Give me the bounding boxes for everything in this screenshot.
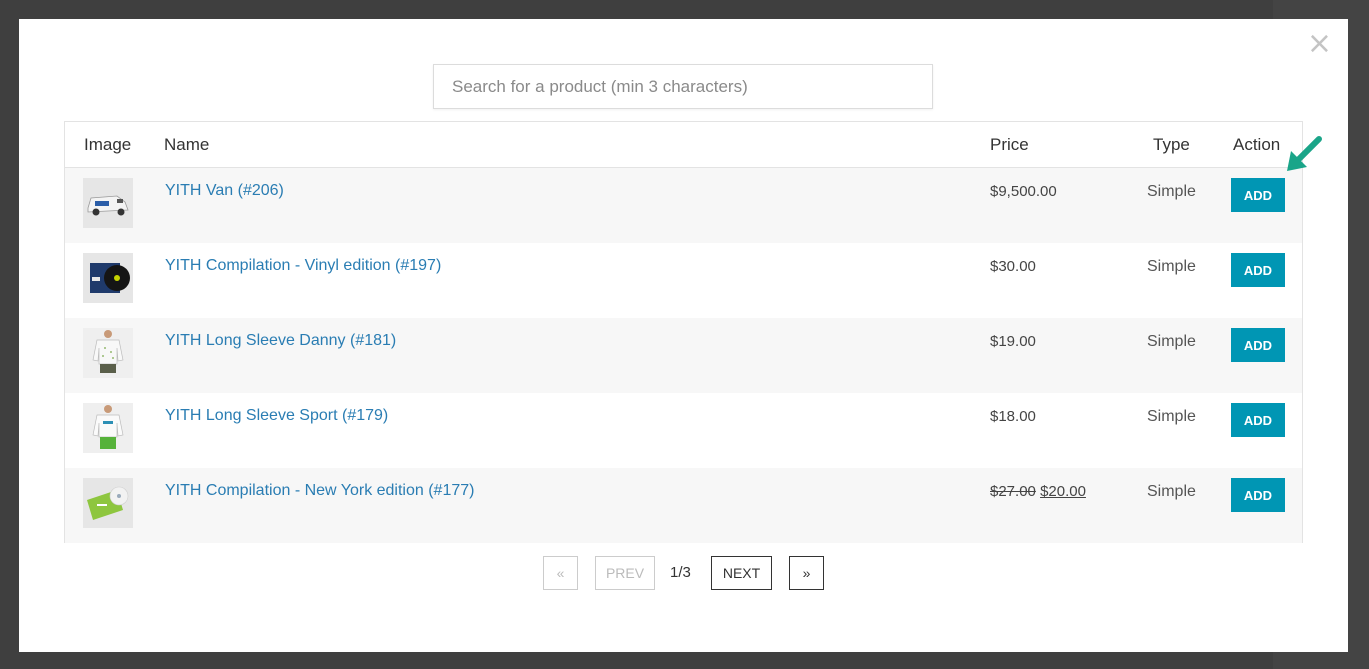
- compilation-ny-image: [83, 478, 133, 528]
- next-page-button[interactable]: NEXT: [711, 556, 772, 590]
- table-row: YITH Compilation - New York edition (#17…: [65, 468, 1302, 543]
- table-row: YITH Long Sleeve Danny (#181) $19.00 Sim…: [65, 318, 1302, 393]
- table-row: YITH Long Sleeve Sport (#179) $18.00 Sim…: [65, 393, 1302, 468]
- product-type: Simple: [1147, 258, 1196, 275]
- sale-price: $20.00: [1040, 483, 1086, 500]
- product-price: $19.00: [990, 333, 1036, 350]
- header-image: Image: [84, 135, 132, 154]
- product-name-link[interactable]: YITH Compilation - New York edition (#17…: [165, 482, 474, 500]
- regular-price: $27.00: [990, 483, 1036, 500]
- header-type: Type: [1153, 135, 1190, 154]
- add-button[interactable]: ADD: [1231, 253, 1285, 287]
- long-sleeve-sport-image: [83, 403, 133, 453]
- first-page-button[interactable]: «: [543, 556, 578, 590]
- table-header: Image Name Price Type Action: [65, 122, 1302, 168]
- product-search-modal: × Image Name Price Type Action: [19, 19, 1348, 652]
- product-price: $18.00: [990, 408, 1036, 425]
- prev-page-button[interactable]: PREV: [595, 556, 655, 590]
- product-type: Simple: [1147, 408, 1196, 425]
- product-price: $30.00: [990, 258, 1036, 275]
- product-name-link[interactable]: YITH Compilation - Vinyl edition (#197): [165, 257, 441, 275]
- header-price: Price: [990, 135, 1029, 154]
- add-button[interactable]: ADD: [1231, 328, 1285, 362]
- header-name: Name: [164, 135, 210, 154]
- add-button[interactable]: ADD: [1231, 478, 1285, 512]
- products-table: Image Name Price Type Action YITH Van (#…: [64, 121, 1303, 543]
- product-name-link[interactable]: YITH Long Sleeve Danny (#181): [165, 332, 396, 350]
- product-type: Simple: [1147, 483, 1196, 500]
- close-icon[interactable]: ×: [1307, 29, 1332, 59]
- page-count: 1/3: [670, 564, 691, 581]
- last-page-button[interactable]: »: [789, 556, 824, 590]
- long-sleeve-danny-image: [83, 328, 133, 378]
- product-type: Simple: [1147, 333, 1196, 350]
- pagination: « PREV 1/3 NEXT »: [19, 556, 1348, 590]
- product-name-link[interactable]: YITH Long Sleeve Sport (#179): [165, 407, 388, 425]
- header-action: Action: [1233, 135, 1281, 154]
- vinyl-image: [83, 253, 133, 303]
- search-input[interactable]: [434, 65, 932, 108]
- table-row: YITH Compilation - Vinyl edition (#197) …: [65, 243, 1302, 318]
- add-button[interactable]: ADD: [1231, 178, 1285, 212]
- table-row: YITH Van (#206) $9,500.00 Simple ADD: [65, 168, 1302, 243]
- product-price: $27.00 $20.00: [990, 483, 1086, 500]
- add-button[interactable]: ADD: [1231, 403, 1285, 437]
- annotation-arrow-icon: [1287, 136, 1322, 171]
- search-box: [433, 64, 933, 109]
- van-image: [83, 178, 133, 228]
- product-type: Simple: [1147, 183, 1196, 200]
- product-name-link[interactable]: YITH Van (#206): [165, 182, 284, 200]
- product-price: $9,500.00: [990, 183, 1057, 200]
